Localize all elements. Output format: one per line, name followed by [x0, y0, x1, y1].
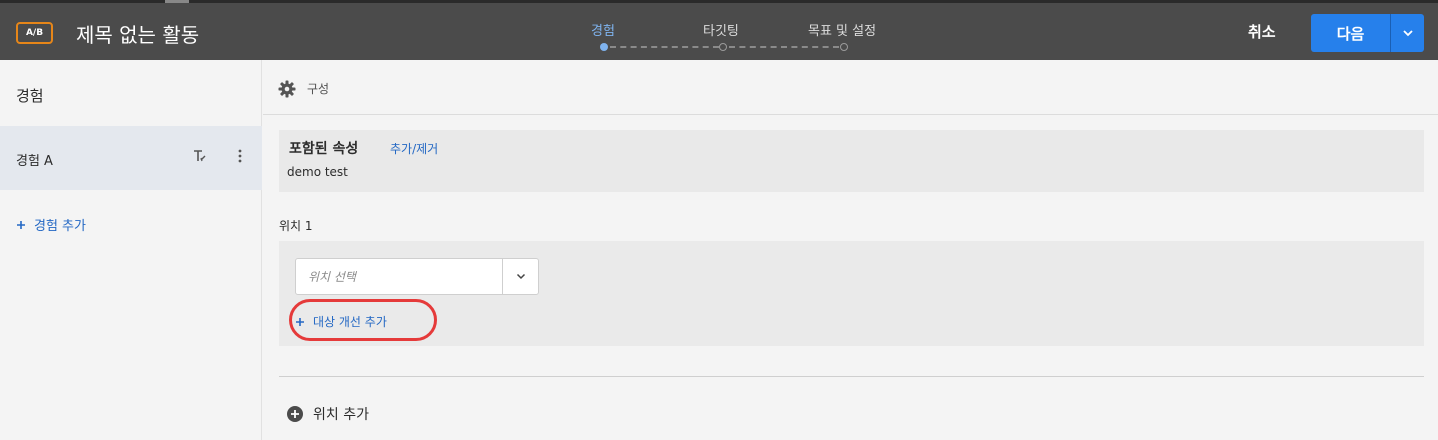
step-experience[interactable]: 경험 [591, 20, 615, 39]
included-attributes-value: demo test [287, 165, 348, 179]
sidebar-title: 경험 [16, 87, 44, 105]
position-panel: 대상 개선 추가 [279, 241, 1424, 346]
chevron-down-icon [516, 273, 526, 280]
chevron-down-icon [1402, 30, 1413, 37]
add-experience-label: 경험 추가 [34, 219, 86, 234]
step-goals-settings-dot [840, 43, 848, 51]
position-label: 위치 1 [279, 219, 313, 233]
more-icon[interactable] [232, 148, 248, 164]
add-position-button[interactable]: 위치 추가 [287, 404, 369, 424]
included-attributes-title: 포함된 속성 [289, 141, 359, 157]
step-targeting-dot [719, 43, 727, 51]
position-select[interactable] [295, 258, 539, 295]
plus-icon [296, 317, 304, 326]
position-select-dropdown[interactable] [502, 259, 539, 294]
next-dropdown-button[interactable] [1391, 14, 1424, 52]
experience-sidebar: 경험 경험 A 경험 추가 [0, 60, 262, 440]
workflow-steps: 경험 타깃팅 목표 및 설정 [560, 15, 920, 55]
gear-icon[interactable] [278, 80, 296, 98]
add-audience-refinement-button[interactable]: 대상 개선 추가 [289, 299, 437, 341]
step-experience-dot [600, 43, 608, 51]
compose-label: 구성 [307, 82, 330, 96]
add-position-label: 위치 추가 [313, 407, 369, 423]
included-attributes-panel: 포함된 속성 추가/제거 demo test [279, 130, 1424, 192]
experience-item-label: 경험 A [16, 154, 53, 169]
cancel-button[interactable]: 취소 [1248, 21, 1276, 42]
add-audience-refinement-label: 대상 개선 추가 [313, 315, 387, 329]
rename-icon[interactable] [192, 148, 208, 164]
step-connector [729, 46, 839, 48]
plus-circle-icon [287, 406, 303, 422]
ab-test-badge: A/B [16, 22, 53, 44]
compose-bar: 구성 [263, 60, 1438, 115]
top-bar: A/B 제목 없는 활동 경험 타깃팅 목표 및 설정 취소 다음 [0, 0, 1438, 60]
plus-icon [17, 220, 25, 229]
step-connector [610, 46, 719, 48]
next-button-group: 다음 [1311, 14, 1424, 52]
activity-title[interactable]: 제목 없는 활동 [76, 19, 199, 48]
main-panel: 구성 포함된 속성 추가/제거 demo test 위치 1 대상 개선 추가 … [263, 60, 1438, 440]
add-experience-button[interactable]: 경험 추가 [16, 215, 86, 234]
experience-item-a[interactable]: 경험 A [0, 126, 262, 190]
section-divider [279, 376, 1424, 377]
next-button[interactable]: 다음 [1311, 14, 1391, 52]
position-select-input[interactable] [296, 259, 502, 294]
step-targeting[interactable]: 타깃팅 [703, 20, 739, 39]
step-goals-settings[interactable]: 목표 및 설정 [808, 20, 876, 39]
add-remove-link[interactable]: 추가/제거 [390, 140, 438, 157]
top-tick-indicator [165, 0, 189, 3]
